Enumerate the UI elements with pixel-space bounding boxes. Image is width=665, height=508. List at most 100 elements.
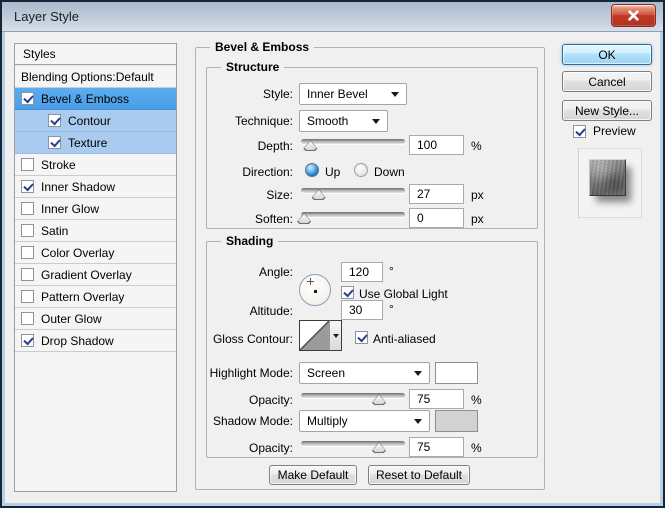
style-enable-checkbox[interactable] bbox=[21, 290, 34, 303]
size-input[interactable] bbox=[409, 184, 464, 204]
style-enable-checkbox[interactable] bbox=[21, 334, 34, 347]
direction-down-radio[interactable] bbox=[354, 163, 368, 177]
anti-aliased-label[interactable]: Anti-aliased bbox=[373, 332, 436, 346]
highlight-mode-label: Highlight Mode: bbox=[209, 366, 293, 380]
preview-label[interactable]: Preview bbox=[593, 124, 636, 138]
style-enable-checkbox[interactable] bbox=[21, 180, 34, 193]
shadow-color-swatch[interactable] bbox=[435, 410, 478, 432]
sidebar-item-label: Inner Shadow bbox=[41, 179, 116, 194]
highlight-opacity-slider[interactable] bbox=[301, 391, 405, 406]
use-global-light-label[interactable]: Use Global Light bbox=[359, 287, 448, 301]
shadow-opacity-input[interactable] bbox=[409, 437, 464, 457]
sidebar-item-color-overlay[interactable]: Color Overlay bbox=[15, 242, 176, 264]
sidebar-item-inner-glow[interactable]: Inner Glow bbox=[15, 198, 176, 220]
shadow-opacity-unit: % bbox=[471, 441, 482, 455]
direction-up-label[interactable]: Up bbox=[325, 165, 340, 179]
sidebar-item-stroke[interactable]: Stroke bbox=[15, 154, 176, 176]
slider-thumb[interactable] bbox=[297, 213, 311, 224]
slider-track[interactable] bbox=[301, 441, 405, 446]
style-dropdown[interactable]: Inner Bevel bbox=[299, 83, 407, 105]
sidebar-item-label: Drop Shadow bbox=[41, 333, 114, 348]
gloss-contour-label: Gloss Contour: bbox=[212, 332, 293, 346]
shadow-mode-label: Shadow Mode: bbox=[212, 414, 293, 428]
close-icon bbox=[628, 10, 639, 21]
soften-slider[interactable] bbox=[301, 210, 405, 225]
slider-thumb[interactable] bbox=[372, 394, 386, 405]
preview-checkbox[interactable] bbox=[573, 124, 586, 138]
sidebar-header-styles[interactable]: Styles bbox=[15, 44, 176, 65]
structure-group: Structure Style: Inner Bevel Technique: … bbox=[206, 60, 538, 229]
sidebar-item-pattern-overlay[interactable]: Pattern Overlay bbox=[15, 286, 176, 308]
style-enable-checkbox[interactable] bbox=[21, 158, 34, 171]
preview-thumbnail bbox=[589, 159, 626, 196]
slider-track[interactable] bbox=[301, 212, 405, 217]
style-enable-checkbox[interactable] bbox=[48, 136, 61, 149]
angle-input[interactable] bbox=[341, 262, 383, 282]
altitude-input[interactable] bbox=[341, 300, 383, 320]
slider-track[interactable] bbox=[301, 393, 405, 398]
sidebar-item-contour[interactable]: Contour bbox=[15, 110, 176, 132]
highlight-mode-value: Screen bbox=[307, 366, 346, 380]
slider-thumb[interactable] bbox=[372, 442, 386, 453]
chevron-down-icon bbox=[372, 119, 380, 124]
shadow-opacity-slider[interactable] bbox=[301, 439, 405, 454]
gloss-contour-thumbnail[interactable] bbox=[299, 320, 330, 351]
size-slider[interactable] bbox=[301, 186, 405, 201]
sidebar-item-texture[interactable]: Texture bbox=[15, 132, 176, 154]
highlight-opacity-label: Opacity: bbox=[248, 393, 293, 407]
highlight-mode-dropdown[interactable]: Screen bbox=[299, 362, 430, 384]
reset-to-default-button[interactable]: Reset to Default bbox=[368, 465, 470, 485]
sidebar-item-bevel-emboss[interactable]: Bevel & Emboss bbox=[15, 88, 176, 110]
shadow-mode-value: Multiply bbox=[307, 414, 348, 428]
layer-style-dialog: Layer Style Styles Blending Options:Defa… bbox=[0, 0, 665, 508]
highlight-opacity-input[interactable] bbox=[409, 389, 464, 409]
sidebar-item-drop-shadow[interactable]: Drop Shadow bbox=[15, 330, 176, 352]
style-enable-checkbox[interactable] bbox=[21, 224, 34, 237]
sidebar-item-label: Gradient Overlay bbox=[41, 267, 132, 282]
style-enable-checkbox[interactable] bbox=[21, 92, 34, 105]
shading-title: Shading bbox=[221, 234, 279, 248]
highlight-color-swatch[interactable] bbox=[435, 362, 478, 384]
sidebar-item-outer-glow[interactable]: Outer Glow bbox=[15, 308, 176, 330]
sidebar-item-label: Texture bbox=[68, 135, 108, 150]
direction-up-radio[interactable] bbox=[305, 163, 319, 177]
new-style-button[interactable]: New Style... bbox=[562, 100, 652, 121]
depth-slider[interactable] bbox=[301, 137, 405, 152]
anti-aliased-checkbox[interactable] bbox=[355, 331, 368, 344]
sidebar-item-inner-shadow[interactable]: Inner Shadow bbox=[15, 176, 176, 198]
depth-input[interactable] bbox=[409, 135, 464, 155]
style-enable-checkbox[interactable] bbox=[48, 114, 61, 127]
panel-title: Bevel & Emboss bbox=[210, 40, 315, 54]
ok-button[interactable]: OK bbox=[562, 44, 652, 65]
preview-panel bbox=[578, 148, 642, 218]
angle-dial[interactable] bbox=[299, 274, 331, 306]
window-title: Layer Style bbox=[14, 9, 80, 24]
soften-label: Soften: bbox=[254, 212, 293, 226]
sidebar-item-label: Outer Glow bbox=[41, 311, 102, 326]
slider-thumb[interactable] bbox=[303, 140, 317, 151]
style-enable-checkbox[interactable] bbox=[21, 202, 34, 215]
styles-sidebar: Styles Blending Options:Default Bevel & E… bbox=[14, 43, 177, 492]
style-enable-checkbox[interactable] bbox=[21, 312, 34, 325]
cancel-button[interactable]: Cancel bbox=[562, 71, 652, 92]
make-default-button[interactable]: Make Default bbox=[269, 465, 357, 485]
sidebar-item-satin[interactable]: Satin bbox=[15, 220, 176, 242]
style-enable-checkbox[interactable] bbox=[21, 246, 34, 259]
direction-down-label[interactable]: Down bbox=[374, 165, 405, 179]
title-bar[interactable]: Layer Style bbox=[2, 2, 663, 32]
style-enable-checkbox[interactable] bbox=[21, 268, 34, 281]
soften-input[interactable] bbox=[409, 208, 464, 228]
sidebar-item-blending-options-default[interactable]: Blending Options:Default bbox=[15, 66, 176, 88]
use-global-light-checkbox[interactable] bbox=[341, 286, 354, 299]
shadow-mode-dropdown[interactable]: Multiply bbox=[299, 410, 430, 432]
sidebar-item-gradient-overlay[interactable]: Gradient Overlay bbox=[15, 264, 176, 286]
preview-toggle: Preview bbox=[573, 124, 636, 138]
close-button[interactable] bbox=[611, 4, 656, 27]
style-value: Inner Bevel bbox=[307, 87, 368, 101]
angle-unit: ° bbox=[389, 264, 394, 278]
technique-dropdown[interactable]: Smooth bbox=[299, 110, 388, 132]
gloss-contour-dropdown[interactable] bbox=[329, 320, 342, 351]
altitude-label: Altitude: bbox=[249, 304, 293, 318]
angle-crosshair-icon bbox=[307, 278, 314, 285]
slider-thumb[interactable] bbox=[312, 189, 326, 200]
